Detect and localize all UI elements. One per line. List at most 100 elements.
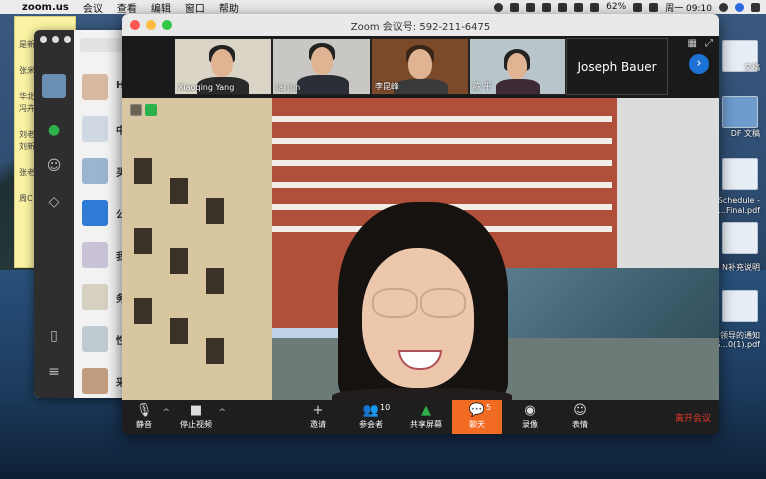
chat-thumbnail[interactable] [82, 158, 108, 184]
desktop-folder-icon[interactable] [722, 96, 758, 128]
participant-tile[interactable]: 李昆峰 [371, 38, 469, 95]
chat-bubble-icon: 💬 [468, 403, 486, 418]
battery-icon[interactable] [633, 2, 643, 12]
participants-icon: 👥 [362, 403, 380, 418]
chat-thumbnail[interactable] [82, 326, 108, 352]
menu-meeting[interactable]: 会议 [83, 0, 103, 15]
battery-percent[interactable]: 62% [606, 2, 626, 12]
menu-window[interactable]: 窗口 [185, 0, 205, 15]
active-speaker-video [122, 98, 719, 400]
chat-thumbnail[interactable] [82, 200, 108, 226]
status-tray: 62% 周一 09:10 [494, 0, 760, 14]
reactions-label: 表情 [572, 420, 588, 429]
chat-count: 5 [486, 403, 492, 412]
avatar[interactable] [42, 74, 66, 98]
chat-thumbnail[interactable] [82, 368, 108, 394]
favorites-cube-icon[interactable]: ◇ [46, 194, 62, 210]
chat-thumbnail[interactable] [82, 74, 108, 100]
speaker-glasses [420, 288, 466, 318]
doc-file-icon[interactable] [722, 222, 758, 254]
participant-tile[interactable]: Joseph Bauer [566, 38, 668, 95]
stop-video-label: 停止视频 [180, 420, 212, 429]
chat-button[interactable]: 💬 聊天 5 [452, 400, 502, 434]
record-icon: ◉ [524, 403, 536, 418]
meeting-id-title: Zoom 会议号: 592-211-6475 [350, 21, 491, 33]
menu-help[interactable]: 帮助 [219, 0, 239, 15]
close-window-button[interactable] [40, 36, 47, 43]
menu-bar: zoom.us 会议 查看 编辑 窗口 帮助 62% 周一 09:10 [0, 0, 766, 15]
clock[interactable]: 周一 09:10 [665, 1, 712, 14]
minimize-window-button[interactable] [52, 36, 59, 43]
connection-icon[interactable] [145, 104, 157, 116]
participants-count: 10 [380, 403, 391, 412]
window-controls [130, 20, 172, 30]
participant-name: lai jun [276, 83, 301, 92]
chat-thumbnail[interactable] [82, 116, 108, 142]
participants-label: 参会者 [359, 420, 383, 429]
invite-button[interactable]: + 邀请 [302, 400, 334, 434]
zoom-tray-icon[interactable] [494, 2, 504, 12]
share-label: 共享屏幕 [410, 420, 442, 429]
video-building [122, 98, 272, 400]
chevron-up-icon[interactable]: ^ [162, 408, 170, 418]
window-controls [40, 36, 71, 43]
participant-name: Xiaoqing Yang [178, 83, 235, 92]
notification-center-icon[interactable] [751, 2, 760, 12]
zoom-window-button[interactable] [162, 20, 172, 30]
contacts-icon[interactable]: ☺ [46, 158, 62, 174]
chat-sidebar: ● ☺ ◇ ▯ ≡ [34, 30, 74, 398]
mute-label: 静音 [136, 420, 152, 429]
participant-name: 陈 平 [473, 82, 492, 91]
chat-thumbnail[interactable] [82, 284, 108, 310]
chat-label: 聊天 [469, 420, 485, 429]
chat-bubble-icon[interactable]: ● [46, 122, 62, 138]
microphone-icon: 🎙 [135, 403, 153, 418]
app-menu-zoom[interactable]: zoom.us [22, 2, 69, 13]
pdf-file-icon[interactable] [722, 290, 758, 322]
speaker-body [332, 388, 512, 400]
participant-tile[interactable]: 陈 平 [469, 38, 566, 95]
next-page-button[interactable]: › [689, 54, 709, 74]
menu-view[interactable]: 查看 [117, 0, 137, 15]
mute-button[interactable]: 🎙 静音 ^ [130, 400, 170, 434]
cloud-tray-icon[interactable] [526, 2, 536, 12]
close-window-button[interactable] [130, 20, 140, 30]
leave-meeting-button[interactable]: 离开会议 [675, 411, 711, 424]
smiley-icon: ☺ [573, 403, 587, 418]
menu-edit[interactable]: 编辑 [151, 0, 171, 15]
siri-icon[interactable] [735, 2, 744, 12]
record-label: 录像 [522, 420, 538, 429]
participant-name: Joseph Bauer [577, 59, 657, 74]
reactions-button[interactable]: ☺ 表情 [566, 400, 594, 434]
menu-icon[interactable]: ≡ [46, 364, 62, 380]
speaker-glasses [372, 288, 418, 318]
camera-icon: ■ [189, 403, 203, 418]
participant-tile[interactable]: Xiaoqing Yang [174, 38, 272, 95]
invite-label: 邀请 [310, 420, 326, 429]
wifi-icon[interactable] [574, 2, 584, 12]
wechat-tray-icon[interactable] [510, 2, 520, 12]
phone-icon[interactable]: ▯ [46, 328, 62, 344]
encryption-icon[interactable] [130, 104, 142, 116]
zoom-window-button[interactable] [64, 36, 71, 43]
chat-thumbnail[interactable] [82, 242, 108, 268]
fullscreen-icon[interactable]: ⤢ [705, 38, 713, 49]
zoom-meeting-window: Zoom 会议号: 592-211-6475 Xiaoqing Yang lai… [122, 14, 719, 434]
record-button[interactable]: ◉ 录像 [516, 400, 544, 434]
gallery-view-icon[interactable]: ▦ [688, 38, 697, 49]
display-tray-icon[interactable] [558, 2, 568, 12]
minimize-window-button[interactable] [146, 20, 156, 30]
video-status-icons [130, 104, 157, 116]
search-icon[interactable] [719, 2, 728, 12]
meeting-toolbar: 🎙 静音 ^ ■ 停止视频 ^ + 邀请 👥 参会者 10 ▲ 共享屏幕 💬 聊… [122, 400, 719, 434]
zoom-title-bar: Zoom 会议号: 592-211-6475 [122, 14, 719, 36]
volume-icon[interactable] [590, 2, 600, 12]
input-method-icon[interactable] [649, 2, 659, 12]
chevron-up-icon[interactable]: ^ [218, 408, 226, 418]
send-tray-icon[interactable] [542, 2, 552, 12]
participants-button[interactable]: 👥 参会者 10 [354, 400, 391, 434]
pdf-file-icon[interactable] [722, 158, 758, 190]
share-screen-button[interactable]: ▲ 共享屏幕 [406, 400, 446, 434]
stop-video-button[interactable]: ■ 停止视频 ^ [178, 400, 226, 434]
participant-tile[interactable]: lai jun [272, 38, 371, 95]
